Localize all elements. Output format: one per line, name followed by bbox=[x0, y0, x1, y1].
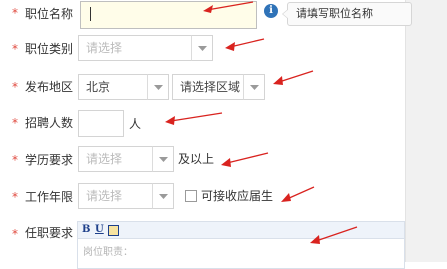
job-category-select[interactable]: 请选择 bbox=[78, 35, 192, 61]
job-category-dropdown-button[interactable] bbox=[191, 35, 213, 61]
info-icon: i bbox=[264, 4, 278, 18]
chevron-down-icon bbox=[154, 85, 163, 90]
required-mark: * bbox=[12, 190, 18, 204]
chevron-down-icon bbox=[198, 46, 207, 51]
annotation-arrow-icon bbox=[165, 112, 223, 125]
education-select[interactable]: 请选择 bbox=[78, 146, 153, 172]
city-value: 北京 bbox=[86, 80, 111, 94]
job-name-tooltip: 请填写职位名称 bbox=[282, 2, 412, 26]
education-placeholder: 请选择 bbox=[86, 152, 123, 166]
education-label: 学历要求 bbox=[25, 153, 74, 167]
city-select[interactable]: 北京 bbox=[78, 74, 148, 100]
experience-select[interactable]: 请选择 bbox=[78, 183, 153, 209]
annotation-arrow-icon bbox=[281, 186, 315, 202]
education-dropdown-button[interactable] bbox=[152, 146, 174, 172]
experience-dropdown-button[interactable] bbox=[152, 183, 174, 209]
requirements-label: 任职要求 bbox=[25, 226, 74, 240]
annotation-arrow-icon bbox=[310, 226, 358, 244]
annotation-arrow-icon bbox=[273, 70, 314, 85]
required-mark: * bbox=[12, 153, 18, 167]
annotation-arrow-icon bbox=[225, 38, 265, 51]
annotation-arrow-icon bbox=[203, 1, 254, 13]
required-mark: * bbox=[12, 6, 18, 20]
headcount-label: 招聘人数 bbox=[25, 116, 74, 130]
required-mark: * bbox=[12, 227, 18, 241]
job-name-label: 职位名称 bbox=[25, 7, 74, 21]
job-category-placeholder: 请选择 bbox=[86, 41, 123, 55]
chevron-down-icon bbox=[159, 157, 168, 162]
district-dropdown-button[interactable] bbox=[243, 74, 265, 100]
city-dropdown-button[interactable] bbox=[147, 74, 169, 100]
experience-label: 工作年限 bbox=[25, 190, 74, 204]
headcount-input[interactable] bbox=[78, 110, 124, 137]
accept-graduates-label[interactable]: 可接收应届生 bbox=[201, 189, 273, 203]
annotation-arrow-icon bbox=[221, 152, 269, 167]
chevron-down-icon bbox=[250, 85, 259, 90]
district-value: 请选择区域 bbox=[180, 80, 241, 94]
education-suffix: 及以上 bbox=[178, 152, 215, 166]
chevron-down-icon bbox=[159, 194, 168, 199]
bold-button[interactable]: B bbox=[82, 224, 90, 236]
required-mark: * bbox=[12, 42, 18, 56]
image-icon[interactable] bbox=[108, 225, 119, 236]
job-category-label: 职位类别 bbox=[25, 42, 74, 56]
required-mark: * bbox=[12, 80, 18, 94]
required-mark: * bbox=[12, 116, 18, 130]
text-cursor bbox=[90, 7, 91, 21]
headcount-unit: 人 bbox=[129, 117, 142, 131]
location-label: 发布地区 bbox=[25, 80, 74, 94]
underline-button[interactable]: U bbox=[95, 224, 104, 236]
district-select[interactable]: 请选择区域 bbox=[172, 74, 244, 100]
page-right-margin bbox=[405, 0, 447, 262]
experience-placeholder: 请选择 bbox=[86, 189, 123, 203]
requirements-placeholder: 岗位职责： bbox=[83, 247, 133, 258]
accept-graduates-checkbox[interactable] bbox=[185, 190, 197, 202]
